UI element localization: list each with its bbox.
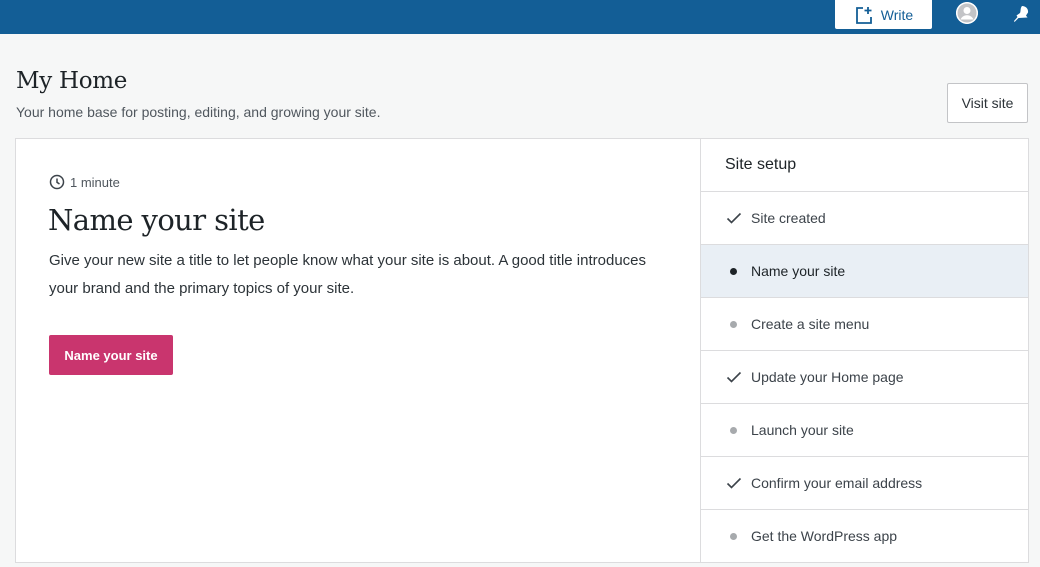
name-your-site-button[interactable]: Name your site (49, 335, 173, 375)
bell-icon[interactable] (1010, 3, 1032, 25)
step-dot-icon (725, 320, 751, 328)
setup-step[interactable]: Update your Home page (701, 351, 1028, 404)
task-title: Name your site (48, 203, 265, 237)
site-setup-steps: Site created Name your site Create a site … (701, 192, 1028, 563)
setup-step-label: Site created (751, 210, 826, 226)
task-time-label: 1 minute (70, 174, 120, 190)
setup-step-label: Name your site (751, 263, 846, 279)
masterbar: Write (0, 0, 1040, 34)
setup-step[interactable]: Confirm your email address (701, 457, 1028, 510)
setup-step[interactable]: Get the WordPress app (701, 510, 1028, 563)
page-title: My Home (16, 68, 128, 94)
task-time: 1 minute (49, 174, 120, 190)
write-label: Write (880, 6, 914, 23)
setup-step-label: Launch your site (751, 422, 854, 438)
checkmark-icon (725, 368, 751, 386)
step-dot-icon (725, 426, 751, 434)
site-setup-card: 1 minute Name your site Give your new si… (15, 138, 1029, 563)
site-setup-title: Site setup (701, 139, 1028, 192)
clock-icon (49, 174, 65, 190)
step-dot-icon (725, 267, 751, 275)
avatar-icon[interactable] (956, 2, 978, 24)
write-post-icon (855, 6, 872, 24)
step-dot-icon (725, 532, 751, 540)
setup-step[interactable]: Launch your site (701, 404, 1028, 457)
task-panel: 1 minute Name your site Give your new si… (16, 139, 700, 562)
setup-step-label: Create a site menu (751, 316, 870, 332)
setup-step-label: Update your Home page (751, 369, 904, 385)
page-subtitle: Your home base for posting, editing, and… (16, 104, 381, 120)
visit-site-button[interactable]: Visit site (947, 83, 1028, 123)
setup-step[interactable]: Name your site (701, 245, 1028, 298)
setup-step[interactable]: Create a site menu (701, 298, 1028, 351)
setup-step-label: Get the WordPress app (751, 528, 898, 544)
checkmark-icon (725, 209, 751, 227)
setup-step[interactable]: Site created (701, 192, 1028, 245)
write-button[interactable]: Write (835, 0, 932, 29)
site-setup-list: Site setup Site created Name your site Cre… (700, 139, 1028, 563)
task-description: Give your new site a title to let people… (49, 252, 647, 297)
setup-step-label: Confirm your email address (751, 475, 923, 491)
checkmark-icon (725, 474, 751, 492)
